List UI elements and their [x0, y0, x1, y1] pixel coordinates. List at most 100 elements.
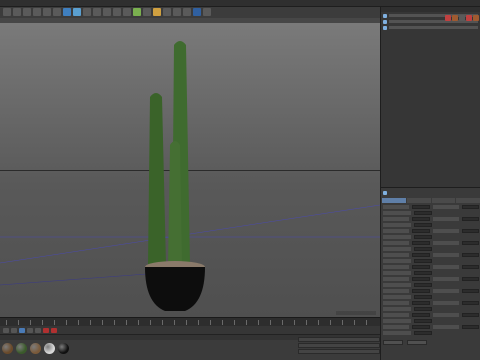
- field-input[interactable]: [414, 295, 432, 299]
- field-label: [383, 307, 411, 311]
- field-label: [432, 325, 459, 329]
- field-input[interactable]: [461, 217, 479, 221]
- toolbar-tool-button[interactable]: [193, 8, 201, 16]
- object-manager-menubar[interactable]: [381, 7, 480, 12]
- toolbar-tool-button[interactable]: [153, 8, 161, 16]
- toolbar-tool-button[interactable]: [133, 8, 141, 16]
- material-tag-icon[interactable]: [452, 15, 458, 21]
- field-input[interactable]: [412, 277, 430, 281]
- material-tag-icon[interactable]: [445, 15, 451, 21]
- toolbar-tool-button[interactable]: [93, 8, 101, 16]
- field-input[interactable]: [412, 205, 430, 209]
- field-input[interactable]: [412, 301, 430, 305]
- field-label: [432, 205, 459, 209]
- material-swatch[interactable]: [2, 343, 13, 354]
- attribute-tab[interactable]: [406, 198, 431, 203]
- toolbar-tool-button[interactable]: [183, 8, 191, 16]
- toolbar-tool-button[interactable]: [53, 8, 61, 16]
- field-input[interactable]: [461, 229, 479, 233]
- field-input[interactable]: [461, 277, 479, 281]
- material-swatch[interactable]: [30, 343, 41, 354]
- field-input[interactable]: [461, 313, 479, 317]
- toolbar-tool-button[interactable]: [163, 8, 171, 16]
- attribute-tab[interactable]: [382, 198, 406, 203]
- field-label: [383, 271, 411, 275]
- toolbar-tool-button[interactable]: [103, 8, 111, 16]
- perspective-viewport[interactable]: [0, 23, 380, 317]
- toolbar-tool-button[interactable]: [13, 8, 21, 16]
- field-input[interactable]: [412, 217, 430, 221]
- field-input[interactable]: [414, 283, 432, 287]
- field-input[interactable]: [414, 319, 432, 323]
- toolbar-tool-button[interactable]: [63, 8, 71, 16]
- field-input[interactable]: [414, 307, 432, 311]
- field-input[interactable]: [412, 253, 430, 257]
- toolbar-tool-button[interactable]: [83, 8, 91, 16]
- field-input[interactable]: [414, 271, 432, 275]
- toolbar-tool-button[interactable]: [23, 8, 31, 16]
- field-input[interactable]: [461, 241, 479, 245]
- toolbar-tool-button[interactable]: [143, 8, 151, 16]
- field-input[interactable]: [461, 265, 479, 269]
- field-input[interactable]: [414, 259, 432, 263]
- autokey-button[interactable]: [51, 327, 57, 333]
- material-swatch[interactable]: [58, 343, 69, 354]
- next-frame-button[interactable]: [27, 327, 33, 333]
- field-input[interactable]: [461, 205, 479, 209]
- toolbar-tool-button[interactable]: [203, 8, 211, 16]
- coordinate-row-x[interactable]: [298, 337, 380, 342]
- field-input[interactable]: [412, 313, 430, 317]
- field-input[interactable]: [461, 289, 479, 293]
- cactus-stem-left: [148, 93, 166, 265]
- attribute-field-row: [383, 277, 479, 281]
- attribute-field-row: [383, 253, 479, 257]
- toolbar-tool-button[interactable]: [43, 8, 51, 16]
- field-input[interactable]: [412, 289, 430, 293]
- object-tree-row[interactable]: [383, 25, 478, 30]
- field-label: [383, 265, 410, 269]
- attribute-button[interactable]: [383, 340, 403, 345]
- field-label: [383, 289, 410, 293]
- material-tag-icon[interactable]: [473, 15, 479, 21]
- field-input[interactable]: [412, 229, 430, 233]
- toolbar-tool-button[interactable]: [173, 8, 181, 16]
- attribute-button[interactable]: [407, 340, 427, 345]
- toolbar-tool-button[interactable]: [73, 8, 81, 16]
- toolbar-tool-button[interactable]: [113, 8, 121, 16]
- previous-frame-button[interactable]: [11, 327, 17, 333]
- timeline-ruler[interactable]: [0, 317, 380, 326]
- material-tag-icon[interactable]: [466, 15, 472, 21]
- field-input[interactable]: [414, 223, 432, 227]
- field-input[interactable]: [412, 241, 430, 245]
- field-input[interactable]: [414, 235, 432, 239]
- go-to-end-button[interactable]: [35, 327, 41, 333]
- record-keyframe-button[interactable]: [43, 327, 49, 333]
- go-to-start-button[interactable]: [3, 327, 9, 333]
- field-input[interactable]: [414, 331, 432, 335]
- material-tag-icon[interactable]: [459, 15, 465, 21]
- field-label: [383, 211, 411, 215]
- field-input[interactable]: [461, 325, 479, 329]
- attribute-field-row: [383, 241, 479, 245]
- object-icon: [383, 191, 387, 195]
- field-input[interactable]: [412, 325, 430, 329]
- field-input[interactable]: [414, 247, 432, 251]
- toolbar-tool-button[interactable]: [3, 8, 11, 16]
- field-input[interactable]: [461, 253, 479, 257]
- coordinate-row-z[interactable]: [298, 349, 380, 354]
- toolbar-tool-button[interactable]: [123, 8, 131, 16]
- play-button[interactable]: [19, 327, 25, 333]
- timeline-tick: [66, 320, 67, 325]
- field-input[interactable]: [412, 265, 430, 269]
- cactus-model[interactable]: [120, 35, 240, 315]
- material-swatch[interactable]: [44, 343, 55, 354]
- playback-controls: [0, 326, 380, 334]
- field-input[interactable]: [414, 211, 432, 215]
- coordinate-row-y[interactable]: [298, 343, 380, 348]
- material-swatch[interactable]: [16, 343, 27, 354]
- toolbar-tool-button[interactable]: [33, 8, 41, 16]
- main-menubar[interactable]: [0, 0, 480, 7]
- field-input[interactable]: [461, 301, 479, 305]
- attribute-tab[interactable]: [456, 198, 480, 203]
- attribute-tab[interactable]: [431, 198, 456, 203]
